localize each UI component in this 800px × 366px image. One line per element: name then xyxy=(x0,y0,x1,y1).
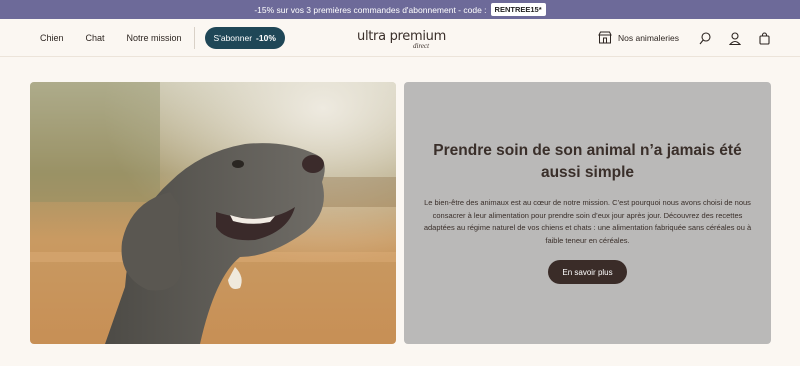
nav-item-chien[interactable]: Chien xyxy=(40,33,64,43)
promo-code[interactable]: RENTREE15* xyxy=(490,3,546,16)
main-nav: Chien Chat Notre mission S'abonner -10% xyxy=(40,19,285,57)
logo-sub-text: direct xyxy=(413,42,430,50)
site-header: Chien Chat Notre mission S'abonner -10% … xyxy=(0,19,800,57)
subscribe-discount: -10% xyxy=(256,33,276,43)
logo-main-text: ultra premium xyxy=(357,29,446,44)
stores-label: Nos animaleries xyxy=(618,33,679,43)
promo-bar: -15% sur vos 3 premières commandes d'abo… xyxy=(0,0,800,19)
cart-icon[interactable] xyxy=(759,31,770,45)
search-icon[interactable] xyxy=(699,31,711,45)
hero-title: Prendre soin de son animal n’a jamais ét… xyxy=(433,142,742,181)
nav-item-chat[interactable]: Chat xyxy=(86,33,105,43)
account-icon[interactable] xyxy=(728,31,741,45)
nav-divider xyxy=(193,27,195,49)
store-icon xyxy=(598,31,612,46)
hero-content-card: Prendre soin de son animal n’a jamais ét… xyxy=(404,82,771,344)
nav-item-notre-mission[interactable]: Notre mission xyxy=(127,33,182,43)
subscribe-button[interactable]: S'abonner -10% xyxy=(204,27,285,49)
subscribe-label: S'abonner xyxy=(213,33,253,43)
promo-text: -15% sur vos 3 premières commandes d'abo… xyxy=(254,4,487,15)
header-actions: Nos animaleries xyxy=(598,19,788,57)
hero-dog-image xyxy=(30,82,396,344)
hero-description: Le bien-être des animaux est au cœur de … xyxy=(423,198,752,245)
site-logo[interactable]: ultra premium direct xyxy=(357,27,447,53)
stores-link[interactable]: Nos animaleries xyxy=(598,31,679,46)
learn-more-button[interactable]: En savoir plus xyxy=(548,260,627,284)
